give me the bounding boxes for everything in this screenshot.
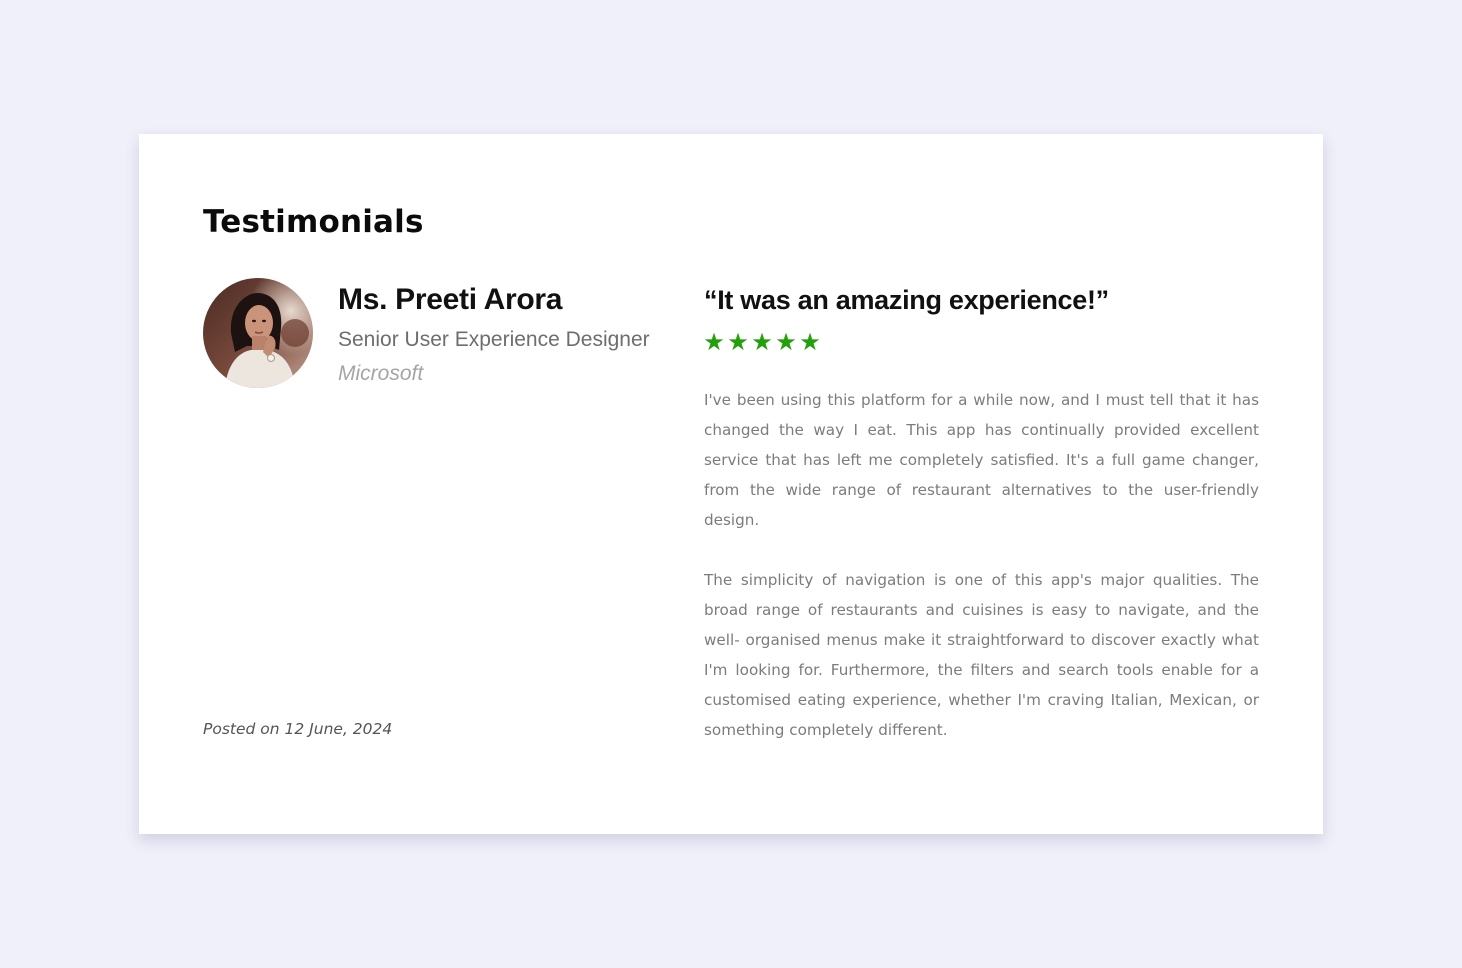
star-icon: ★ bbox=[727, 328, 749, 356]
testimonial-card: Testimonials Ms. Preeti Arora Senior Use… bbox=[139, 134, 1323, 834]
section-title: Testimonials bbox=[203, 204, 424, 240]
author-name: Ms. Preeti Arora bbox=[338, 283, 563, 316]
star-icon: ★ bbox=[799, 328, 821, 356]
star-icon: ★ bbox=[703, 328, 725, 356]
posted-date: Posted on 12 June, 2024 bbox=[203, 720, 393, 738]
author-role: Senior User Experience Designer bbox=[338, 328, 650, 351]
star-icon: ★ bbox=[775, 328, 797, 356]
star-icon: ★ bbox=[751, 328, 773, 356]
review-body: I've been using this platform for a whil… bbox=[704, 385, 1259, 775]
review-paragraph: The simplicity of navigation is one of t… bbox=[704, 571, 1259, 739]
review-paragraph: I've been using this platform for a whil… bbox=[704, 391, 1259, 529]
quote-title: “It was an amazing experience!” bbox=[704, 285, 1109, 315]
author-company: Microsoft bbox=[338, 362, 424, 385]
profile-photo-icon bbox=[203, 278, 313, 388]
avatar bbox=[203, 278, 313, 388]
star-rating: ★ ★ ★ ★ ★ bbox=[703, 328, 821, 356]
